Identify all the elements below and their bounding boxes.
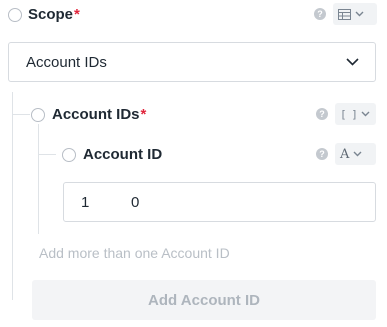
account-ids-label-text: Account IDs bbox=[52, 106, 140, 123]
tree-line-outer bbox=[12, 92, 13, 300]
account-ids-label: Account IDs* bbox=[52, 106, 146, 123]
account-id-input[interactable]: 1 0 bbox=[63, 182, 376, 222]
account-ids-type-picker[interactable]: [ ] bbox=[335, 103, 376, 125]
question-icon[interactable]: ? bbox=[316, 148, 328, 160]
tree-branch-account-ids bbox=[12, 114, 30, 115]
scope-select-value: Account IDs bbox=[26, 53, 107, 71]
account-ids-radio[interactable] bbox=[31, 108, 45, 122]
add-account-id-button[interactable]: Add Account ID bbox=[32, 280, 376, 320]
chevron-down-icon bbox=[361, 111, 370, 117]
tree-line-inner bbox=[38, 124, 39, 234]
scope-label-text: Scope bbox=[28, 6, 74, 23]
account-id-radio[interactable] bbox=[62, 148, 76, 162]
text-type-icon: A bbox=[340, 146, 350, 162]
scope-type-picker[interactable] bbox=[333, 3, 377, 25]
scope-select[interactable]: Account IDs bbox=[8, 42, 376, 82]
tree-branch-account-id bbox=[38, 154, 56, 155]
question-icon[interactable]: ? bbox=[316, 108, 328, 120]
account-id-input-value: 1 0 bbox=[81, 193, 140, 211]
scope-required-mark: * bbox=[74, 6, 80, 23]
chevron-down-icon bbox=[353, 151, 362, 157]
account-ids-required-mark: * bbox=[140, 106, 147, 123]
account-id-type-picker[interactable]: A bbox=[335, 143, 376, 165]
account-id-label: Account ID bbox=[83, 146, 163, 163]
array-brackets-icon: [ ] bbox=[340, 107, 358, 121]
helper-text: Add more than one Account ID bbox=[39, 245, 230, 261]
scope-label: Scope* bbox=[28, 6, 80, 23]
chevron-down-icon bbox=[346, 58, 359, 66]
scope-radio[interactable] bbox=[8, 8, 22, 22]
table-icon bbox=[338, 8, 351, 20]
question-icon[interactable]: ? bbox=[314, 8, 326, 20]
chevron-down-icon bbox=[355, 11, 364, 17]
